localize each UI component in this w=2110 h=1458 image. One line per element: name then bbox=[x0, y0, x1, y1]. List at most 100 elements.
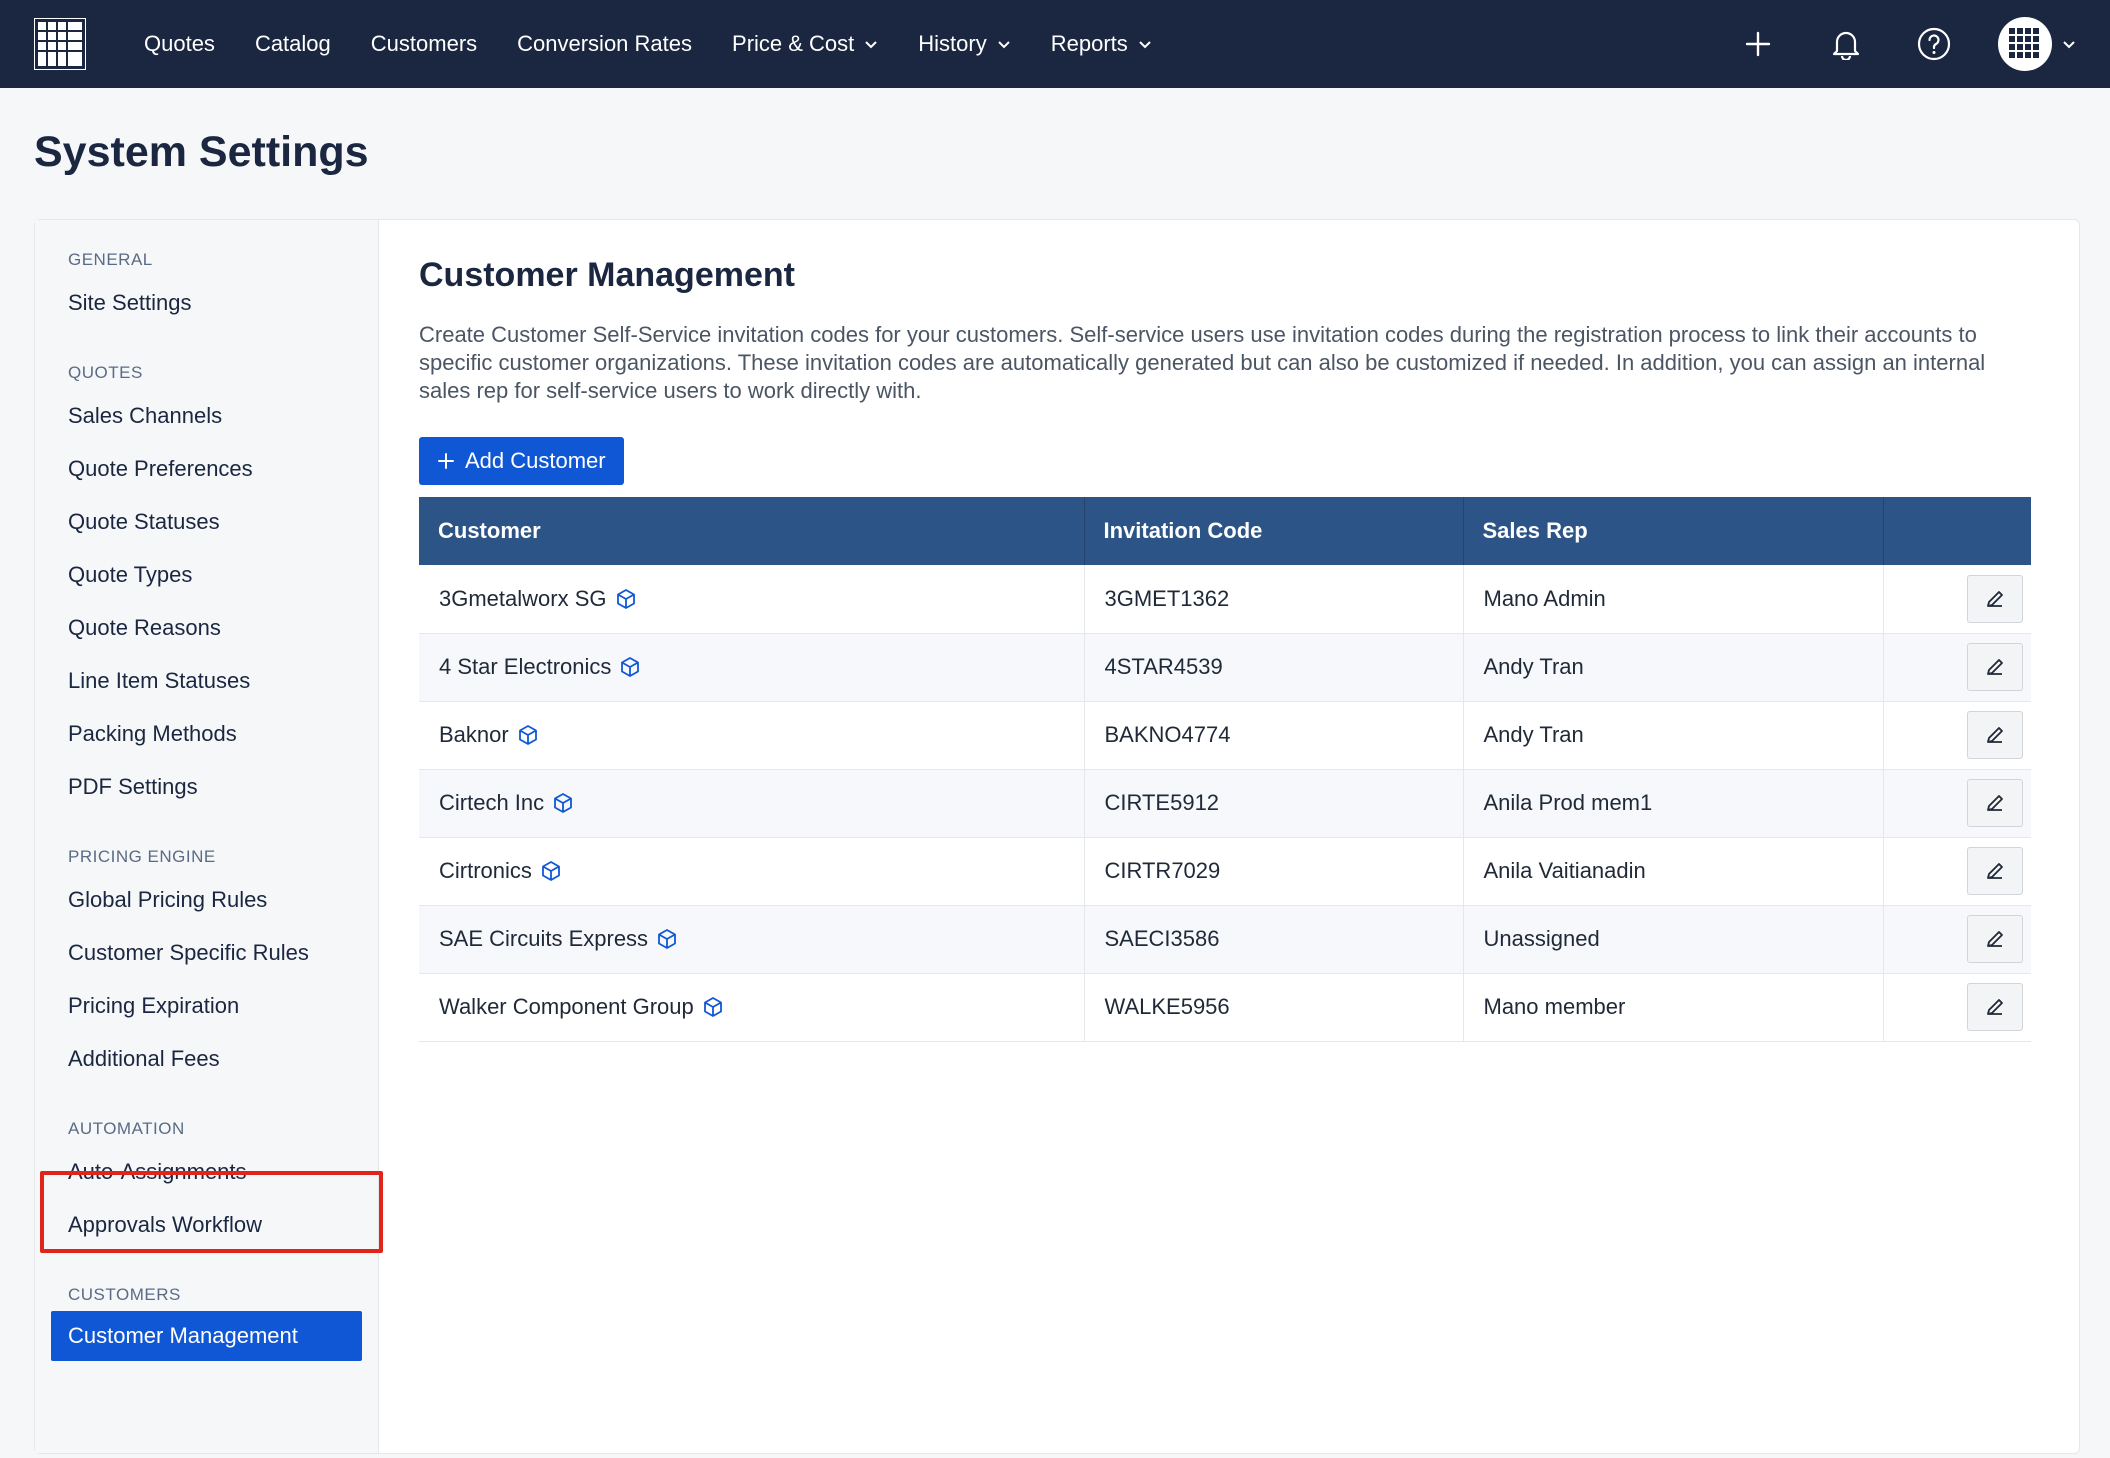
customer-name[interactable]: Cirtech Inc bbox=[439, 790, 544, 816]
cell-actions bbox=[1883, 633, 2031, 701]
nav-item-label: Reports bbox=[1050, 31, 1128, 56]
col-header-customer[interactable]: Customer bbox=[419, 497, 1085, 565]
sidebar-item-quote-reasons[interactable]: Quote Reasons bbox=[35, 601, 378, 654]
sidebar-item-site-settings[interactable]: Site Settings bbox=[35, 276, 378, 329]
cell-customer: Cirtronics bbox=[419, 837, 1085, 905]
table-row: Cirtech Inc CIRTE5912 Anila Prod mem1 bbox=[419, 769, 2031, 837]
cube-icon[interactable] bbox=[540, 860, 562, 882]
cell-invitation-code: 4STAR4539 bbox=[1084, 633, 1464, 701]
sidebar-item-quote-preferences[interactable]: Quote Preferences bbox=[35, 442, 378, 495]
help-icon[interactable] bbox=[1890, 0, 1978, 88]
sidebar-item-sales-channels[interactable]: Sales Channels bbox=[35, 389, 378, 442]
chevron-down-icon bbox=[2063, 41, 2075, 49]
nav-item-price-and-cost[interactable]: Price & Cost bbox=[712, 31, 898, 57]
cell-invitation-code: SAECI3586 bbox=[1084, 905, 1464, 973]
table-body: 3Gmetalworx SG 3GMET1362 Mano Admin 4 Star … bbox=[419, 565, 2031, 1041]
customer-name[interactable]: Cirtronics bbox=[439, 858, 532, 884]
cell-customer: SAE Circuits Express bbox=[419, 905, 1085, 973]
pencil-icon bbox=[1987, 590, 2003, 607]
edit-button[interactable] bbox=[1967, 574, 2023, 623]
cube-icon[interactable] bbox=[656, 928, 678, 950]
col-header-sales-rep[interactable]: Sales Rep bbox=[1463, 497, 1884, 565]
main-content: Customer Management Create Customer Self… bbox=[379, 220, 2079, 1453]
avatar[interactable] bbox=[1998, 17, 2052, 71]
add-customer-button[interactable]: Add Customer bbox=[419, 437, 624, 485]
cell-sales-rep: Andy Tran bbox=[1463, 633, 1884, 701]
sidebar-item-packing-methods[interactable]: Packing Methods bbox=[35, 707, 378, 760]
nav-item-customers[interactable]: Customers bbox=[351, 31, 497, 57]
nav-item-catalog[interactable]: Catalog bbox=[235, 31, 351, 57]
table-row: SAE Circuits Express SAECI3586 Unassigned bbox=[419, 905, 2031, 973]
edit-button[interactable] bbox=[1967, 711, 2023, 759]
cell-actions bbox=[1883, 905, 2031, 973]
nav-item-reports[interactable]: Reports bbox=[1031, 31, 1172, 57]
edit-button[interactable] bbox=[1967, 643, 2023, 691]
sidebar-item-quote-types[interactable]: Quote Types bbox=[35, 548, 378, 601]
customer-name[interactable]: Baknor bbox=[439, 722, 509, 748]
customer-name[interactable]: 3Gmetalworx SG bbox=[439, 586, 607, 612]
sidebar-item-customer-specific-rules[interactable]: Customer Specific Rules bbox=[35, 926, 378, 979]
sidebar-heading-customers: CUSTOMERS bbox=[68, 1285, 181, 1304]
sidebar-item-global-pricing-rules[interactable]: Global Pricing Rules bbox=[35, 873, 378, 926]
sidebar-heading-general: GENERAL bbox=[68, 250, 153, 269]
cube-icon[interactable] bbox=[517, 724, 539, 746]
section-title: Customer Management bbox=[419, 256, 795, 294]
sidebar-item-pdf-settings[interactable]: PDF Settings bbox=[35, 760, 378, 813]
logo-icon[interactable] bbox=[34, 18, 86, 70]
pencil-icon bbox=[1987, 931, 2003, 947]
nav-item-conversion-rates[interactable]: Conversion Rates bbox=[497, 31, 712, 57]
sidebar-heading-pricing-engine: PRICING ENGINE bbox=[68, 847, 216, 866]
col-header-invitation-code[interactable]: Invitation Code bbox=[1084, 497, 1464, 565]
table-row: Cirtronics CIRTR7029 Anila Vaitianadin bbox=[419, 837, 2031, 905]
pencil-icon bbox=[1987, 659, 2003, 675]
table-row: 3Gmetalworx SG 3GMET1362 Mano Admin bbox=[419, 565, 2031, 633]
customer-name[interactable]: Walker Component Group bbox=[439, 994, 694, 1020]
customer-name[interactable]: 4 Star Electronics bbox=[439, 654, 611, 680]
cube-icon[interactable] bbox=[615, 588, 637, 610]
user-menu[interactable] bbox=[1998, 17, 2076, 71]
pencil-icon bbox=[1987, 727, 2003, 743]
nav-item-label: Price & Cost bbox=[732, 31, 855, 56]
page-title: System Settings bbox=[34, 128, 369, 176]
nav-actions bbox=[1714, 0, 2076, 88]
cube-icon[interactable] bbox=[552, 792, 574, 814]
cell-actions bbox=[1883, 769, 2031, 837]
nav-menu: Quotes Catalog Customers Conversion Rates Pr… bbox=[124, 31, 1172, 57]
sidebar-item-pricing-expiration[interactable]: Pricing Expiration bbox=[35, 979, 378, 1032]
cell-sales-rep: Andy Tran bbox=[1463, 701, 1884, 769]
edit-button[interactable] bbox=[1967, 915, 2023, 963]
sidebar-item-additional-fees[interactable]: Additional Fees bbox=[35, 1032, 378, 1085]
cube-icon[interactable] bbox=[619, 656, 641, 678]
active-item-highlight bbox=[40, 1171, 383, 1253]
cube-icon[interactable] bbox=[702, 996, 724, 1018]
sidebar-item-quote-statuses[interactable]: Quote Statuses bbox=[35, 495, 378, 548]
nav-item-quotes[interactable]: Quotes bbox=[124, 31, 235, 57]
cell-sales-rep: Mano member bbox=[1463, 973, 1884, 1041]
table-header-row: Customer Invitation Code Sales Rep bbox=[419, 497, 2031, 565]
cell-invitation-code: 3GMET1362 bbox=[1084, 565, 1464, 633]
sidebar-item-customer-management[interactable]: Customer Management bbox=[51, 1311, 362, 1361]
settings-sidebar: GENERAL Site Settings QUOTES Sales Channels… bbox=[35, 220, 383, 1453]
top-nav: Quotes Catalog Customers Conversion Rates Pr… bbox=[0, 0, 2110, 88]
nav-item-label: History bbox=[918, 31, 987, 56]
edit-button[interactable] bbox=[1967, 779, 2023, 827]
section-description: Create Customer Self-Service invitation … bbox=[419, 322, 1986, 403]
settings-card: GENERAL Site Settings QUOTES Sales Channels… bbox=[34, 219, 2080, 1454]
table-row: Baknor BAKNO4774 Andy Tran bbox=[419, 701, 2031, 769]
edit-button[interactable] bbox=[1967, 983, 2023, 1031]
edit-button[interactable] bbox=[1967, 847, 2023, 895]
nav-item-label: Quotes bbox=[144, 31, 215, 56]
cell-sales-rep: Mano Admin bbox=[1463, 565, 1884, 633]
cell-sales-rep: Unassigned bbox=[1463, 905, 1884, 973]
chevron-down-icon bbox=[998, 41, 1010, 49]
cell-sales-rep: Anila Vaitianadin bbox=[1463, 837, 1884, 905]
bell-icon[interactable] bbox=[1802, 0, 1890, 88]
sidebar-item-line-item-statuses[interactable]: Line Item Statuses bbox=[35, 654, 378, 707]
customer-name[interactable]: SAE Circuits Express bbox=[439, 926, 648, 952]
nav-item-history[interactable]: History bbox=[898, 31, 1030, 57]
plus-icon[interactable] bbox=[1714, 0, 1802, 88]
cell-sales-rep: Anila Prod mem1 bbox=[1463, 769, 1884, 837]
pencil-icon bbox=[1987, 999, 2003, 1015]
table-row: Walker Component Group WALKE5956 Mano memb… bbox=[419, 973, 2031, 1041]
cell-invitation-code: CIRTR7029 bbox=[1084, 837, 1464, 905]
